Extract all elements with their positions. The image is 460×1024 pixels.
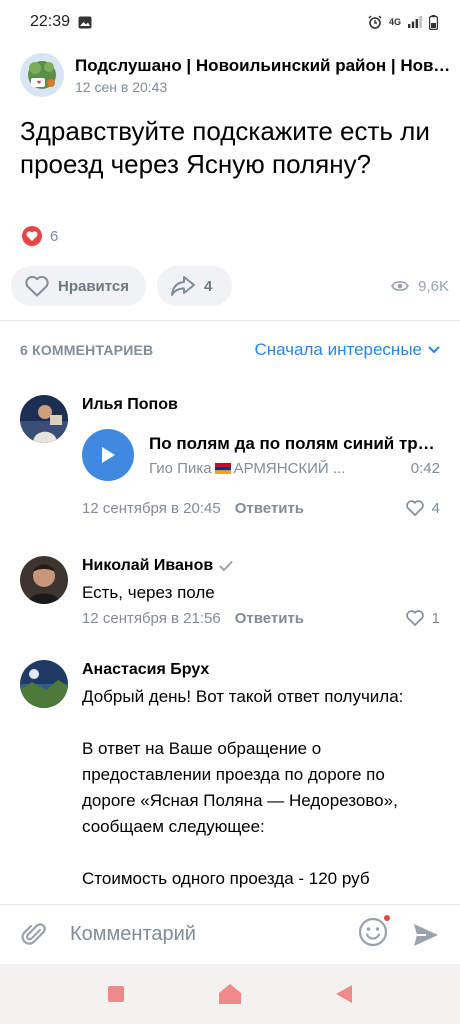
sort-label: Сначала интересные: [254, 340, 422, 359]
gallery-notification-icon: [78, 16, 92, 28]
recents-icon[interactable]: [107, 985, 125, 1003]
comment-composer: Комментарий: [0, 904, 460, 964]
audio-artist: Гио Пика АРМЯНСКИЙ ...: [149, 459, 346, 477]
reply-button[interactable]: Ответить: [235, 610, 304, 627]
heart-icon: [25, 275, 49, 297]
network-type: 4G: [388, 17, 401, 27]
heart-icon: [405, 500, 424, 516]
avatar[interactable]: [20, 660, 68, 708]
divider: [0, 320, 460, 321]
status-icons: 4G: [368, 14, 438, 30]
reactions-count: 6: [50, 227, 59, 245]
comment-text: Есть, через поле: [82, 583, 215, 602]
post-actions: Нравится 4 9,6K: [11, 265, 451, 307]
emoji-notification-dot: [383, 914, 391, 922]
like-button[interactable]: Нравится: [11, 266, 146, 306]
emoji-icon: [358, 917, 388, 947]
alarm-icon: [368, 15, 382, 29]
play-button[interactable]: [82, 429, 134, 481]
comments-header: 6 КОММЕНТАРИЕВ Сначала интересные: [20, 338, 440, 362]
comment-item: Николай Иванов Есть, через поле 12 сентя…: [20, 556, 440, 636]
comment-item: Анастасия Брух Добрый день! Вот такой от…: [20, 660, 440, 904]
views-count: 9,6K: [418, 277, 449, 295]
heart-reaction-icon: [22, 226, 42, 246]
post-text: Здравствуйте подскажите есть ли проезд ч…: [20, 116, 430, 179]
back-icon[interactable]: [335, 984, 353, 1004]
heart-icon: [405, 610, 424, 626]
comment-like-button[interactable]: 1: [405, 609, 440, 627]
post-date: 12 сен в 20:43: [75, 78, 168, 95]
verified-icon: [219, 561, 233, 571]
comment-date: 12 сентября в 20:45: [82, 499, 221, 517]
share-button[interactable]: 4: [157, 266, 232, 306]
armenia-flag-icon: [214, 462, 231, 474]
eye-icon: [391, 281, 410, 291]
sort-dropdown[interactable]: Сначала интересные: [254, 340, 440, 360]
views-counter: 9,6K: [391, 278, 451, 295]
reply-button[interactable]: Ответить: [235, 500, 304, 517]
share-count: 4: [204, 277, 213, 295]
comment-author[interactable]: Николай Иванов: [82, 556, 440, 576]
audio-title: По полям да по полям синий трактор едет …: [149, 433, 440, 453]
audio-attachment[interactable]: По полям да по полям синий трактор едет …: [82, 427, 440, 483]
battery-icon: [429, 14, 438, 30]
chevron-down-icon: [428, 346, 440, 353]
group-avatar[interactable]: [20, 53, 64, 97]
avatar[interactable]: [20, 395, 68, 443]
comments-count: 6 КОММЕНТАРИЕВ: [20, 342, 154, 358]
comment-input[interactable]: Комментарий: [70, 923, 358, 946]
status-bar: 22:39 4G: [0, 0, 460, 44]
audio-duration: 0:42: [410, 459, 440, 477]
post-header[interactable]: Подслушано | Новоильинский район | Новок…: [20, 50, 450, 100]
avatar[interactable]: [20, 556, 68, 604]
system-nav-bar: [0, 964, 460, 1024]
comment-text: Добрый день! Вот такой ответ получила: В…: [82, 687, 404, 888]
group-name[interactable]: Подслушано | Новоильинский район | Новок…: [75, 56, 450, 76]
play-icon: [102, 447, 115, 463]
comment-author[interactable]: Илья Попов: [82, 395, 440, 415]
signal-icon: [408, 16, 422, 28]
like-label: Нравится: [58, 277, 130, 295]
comment-author[interactable]: Анастасия Брух: [82, 660, 440, 680]
share-icon: [171, 276, 195, 296]
comment-like-button[interactable]: 4: [405, 499, 440, 517]
attach-icon[interactable]: [20, 921, 48, 949]
reactions-summary[interactable]: 6: [22, 226, 58, 246]
comment-item: Илья Попов По полям да по полям синий тр…: [20, 395, 440, 530]
home-icon[interactable]: [218, 983, 242, 1005]
comment-date: 12 сентября в 21:56: [82, 609, 221, 627]
send-icon[interactable]: [412, 922, 440, 948]
status-time: 22:39: [30, 13, 71, 30]
emoji-button[interactable]: [358, 914, 391, 952]
